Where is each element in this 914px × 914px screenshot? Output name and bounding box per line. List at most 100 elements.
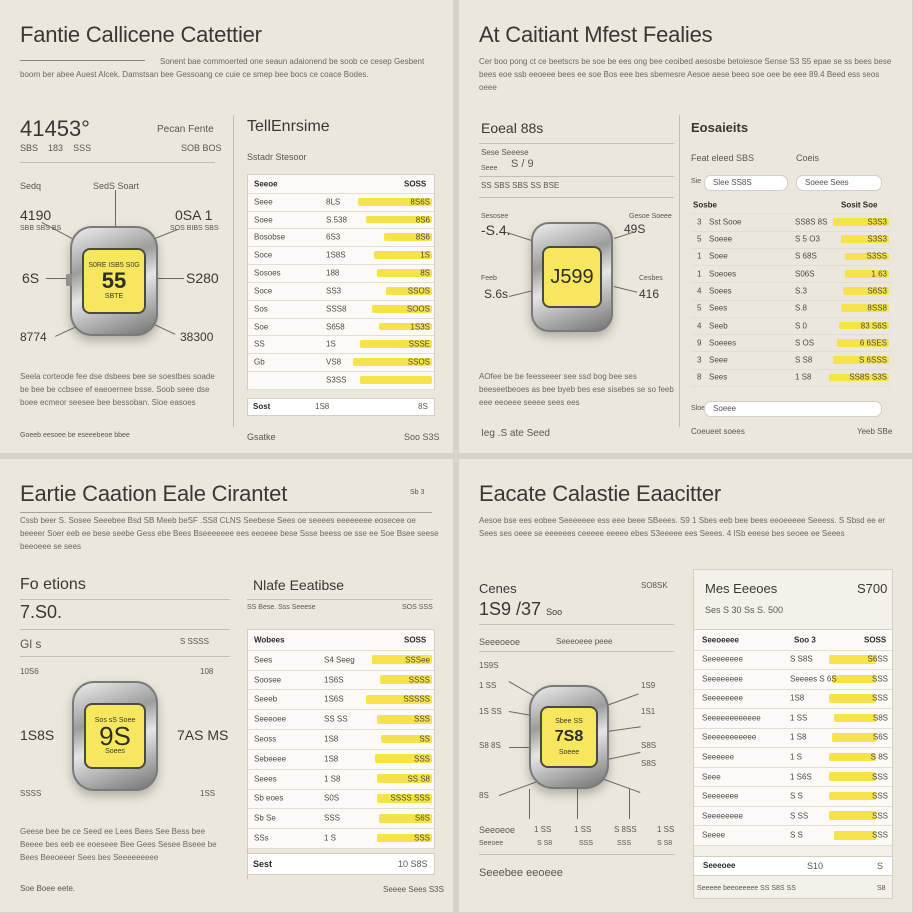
table-row[interactable]: Sees S4 Seeg SSSee xyxy=(248,650,434,671)
table-row[interactable]: Seeeeeeee S S8S S6SS xyxy=(694,650,892,671)
left-sub: Gl s xyxy=(20,637,42,651)
row-value: S 6SSS xyxy=(858,355,887,365)
row-mid-value: 8LS xyxy=(326,197,341,207)
column-header: Seeoe xyxy=(254,179,278,189)
table-row[interactable]: Seeeeeeeeeeee 1 SS S8S xyxy=(694,708,892,729)
footer-value: S10 xyxy=(807,861,824,871)
table-row[interactable]: Sosoes 188 8S xyxy=(248,264,434,283)
filter-field[interactable]: Slee SS8S xyxy=(704,175,788,191)
divider xyxy=(679,115,680,427)
panel-top-left: Fantie Callicene Catettier Sonent bae co… xyxy=(0,0,453,453)
row-label: Soee xyxy=(254,215,273,225)
row-mid-value: S S xyxy=(790,791,803,801)
footer-label: Sest xyxy=(253,859,273,869)
bottom-label: S 8SS xyxy=(614,825,637,834)
table-row[interactable]: SSs 1 S SSS xyxy=(248,828,434,849)
table-row[interactable]: Seeeb 1S6S SSSSS xyxy=(248,689,434,711)
row-mid-value: S 0 xyxy=(795,321,808,331)
callout-label: 1S9 xyxy=(641,681,656,690)
table-row[interactable]: Seees 1 S8 SS S8 xyxy=(248,769,434,790)
row-label: Sees xyxy=(254,655,273,665)
table-row[interactable]: Seee 1 S6S SSS xyxy=(694,767,892,788)
panel-title: Eartie Caation Eale Cirantet xyxy=(20,481,288,506)
row-value: 1S3S xyxy=(410,322,430,332)
table-row[interactable]: 1 Soee S 68S S3SS xyxy=(691,248,891,267)
table-row[interactable]: Soosee 1S6S SSSS xyxy=(248,670,434,691)
row-value: S3SS xyxy=(866,251,887,261)
row-mid-value: S OS xyxy=(795,338,815,348)
table-row[interactable]: 4 Soees S.3 S6S3 xyxy=(691,282,891,301)
row-mid-value: 1 S xyxy=(324,833,337,843)
table-row[interactable]: Seeeeeeee Seeees S 6S SSS xyxy=(694,669,892,690)
footer-value: 1S8 xyxy=(315,402,330,411)
leader-line xyxy=(115,190,116,226)
value-right: 0SA 1 xyxy=(175,207,213,223)
table-row[interactable]: 3 Seee S S8 S 6SSS xyxy=(691,351,891,370)
table-row[interactable]: Seoss 1S8 SS xyxy=(248,729,434,750)
row-label: Seeeoee xyxy=(254,714,287,724)
table-header: Wobees SOSS xyxy=(248,630,434,651)
table-row[interactable]: Seeeeeeee S SS SSS xyxy=(694,806,892,827)
data-table: Seeoe SOSS Seee 8LS 8S6S Soee S.538 8S6 Bosobse 6… xyxy=(247,174,435,390)
panel-top-right: At Caitiant Mfest Fealies Cer boo pong c… xyxy=(459,0,912,453)
table-row[interactable]: Seeeeeeeeeee 1 S8 S6S xyxy=(694,728,892,749)
table-row[interactable]: Sb Se SSS S6S xyxy=(248,808,434,830)
row-value: SSOS xyxy=(407,357,430,367)
table-row[interactable]: Seeeeee 1 S S 8S xyxy=(694,747,892,768)
table-row[interactable]: S3SS xyxy=(248,371,434,390)
table-row[interactable]: Seeeoee SS SS SSS xyxy=(248,709,434,731)
table-row[interactable]: 9 Soeees S OS 6 6SES xyxy=(691,334,891,353)
table-row[interactable]: Soce SS3 SSOS xyxy=(248,282,434,301)
row-mid-value: S S8S xyxy=(790,654,813,664)
table-row[interactable]: Seeeeeee S S SSS xyxy=(694,786,892,807)
filter-field[interactable]: Soeee Sees xyxy=(796,175,882,191)
side-subtitle: Ses S 30 Ss S. 500 xyxy=(705,605,784,615)
row-index: 3 xyxy=(697,217,702,227)
right-label: Pecan Fente xyxy=(157,124,214,135)
row-label: Sst Sooe xyxy=(709,217,742,227)
table-row[interactable]: 5 Soeee S 5 O3 S3S3 xyxy=(691,231,891,249)
table-row[interactable]: Bosobse 6S3 8S6 xyxy=(248,229,434,248)
table-row[interactable]: SS 1S SSSE xyxy=(248,336,434,355)
table-row[interactable]: 8 Sees 1 S8 SS8S S3S xyxy=(691,369,891,387)
footer-value: Soo S3S xyxy=(404,432,440,442)
table-row[interactable]: Soe S658 1S3S xyxy=(248,318,434,337)
row-value: S3S3 xyxy=(867,217,887,227)
row-value: SS S8 xyxy=(407,774,430,784)
table-row[interactable]: Soee S.538 8S6 xyxy=(248,211,434,230)
table-row[interactable]: Seeee S S SSS xyxy=(694,825,892,846)
table-row[interactable]: Sb eoes S0S SSSS SSS xyxy=(248,789,434,810)
row-value: SSSE xyxy=(408,339,430,349)
row-value: SSS xyxy=(413,714,430,724)
leader-line xyxy=(629,789,630,819)
row-value: 83 S6S xyxy=(860,321,887,331)
row-value: SOOS xyxy=(406,304,430,314)
column-header: Sosbe xyxy=(693,200,718,210)
row-label: Seeeeeee xyxy=(702,791,739,801)
bottom-right-value: 416 xyxy=(639,287,660,301)
left-value: 7.S0. xyxy=(20,602,63,622)
table-row[interactable]: Seeeeeeee 1S8 SSS xyxy=(694,689,892,710)
column-header: SOSS xyxy=(404,635,427,645)
search-field[interactable]: Soeee xyxy=(704,401,882,417)
table-row[interactable]: Soce 1S8S 1S xyxy=(248,246,434,266)
table-row[interactable]: Sos SSS8 SOOS xyxy=(248,300,434,319)
value-bar xyxy=(829,811,876,820)
leader-line xyxy=(158,278,184,279)
table-row[interactable]: 3 Sst Sooe SS8S 8S S3S3 xyxy=(691,213,891,232)
row-value: S6S xyxy=(872,732,888,742)
table-row[interactable]: Sebeeee 1S8 SSS xyxy=(248,749,434,770)
table-footer-bar xyxy=(247,398,435,416)
table-row[interactable]: 5 Sees S.8 8SS8 xyxy=(691,300,891,318)
value-bar xyxy=(829,694,876,703)
table-row[interactable]: Seee 8LS 8S6S xyxy=(248,193,434,212)
table-row[interactable]: 4 Seeb S 0 83 S6S xyxy=(691,317,891,336)
row-mid-value: 188 xyxy=(326,268,340,278)
row-mid-value: 1S6S xyxy=(324,675,344,685)
bottom-label: S S8 xyxy=(657,840,673,847)
table-row[interactable]: 1 Soeoes S06S 1 63 xyxy=(691,265,891,284)
table-title: Nlafe Eeatibse xyxy=(253,577,345,593)
row-value: SS8S S3S xyxy=(849,372,887,382)
column-header: Soo 3 xyxy=(794,635,816,645)
table-row[interactable]: Gb VS8 SSOS xyxy=(248,353,434,373)
